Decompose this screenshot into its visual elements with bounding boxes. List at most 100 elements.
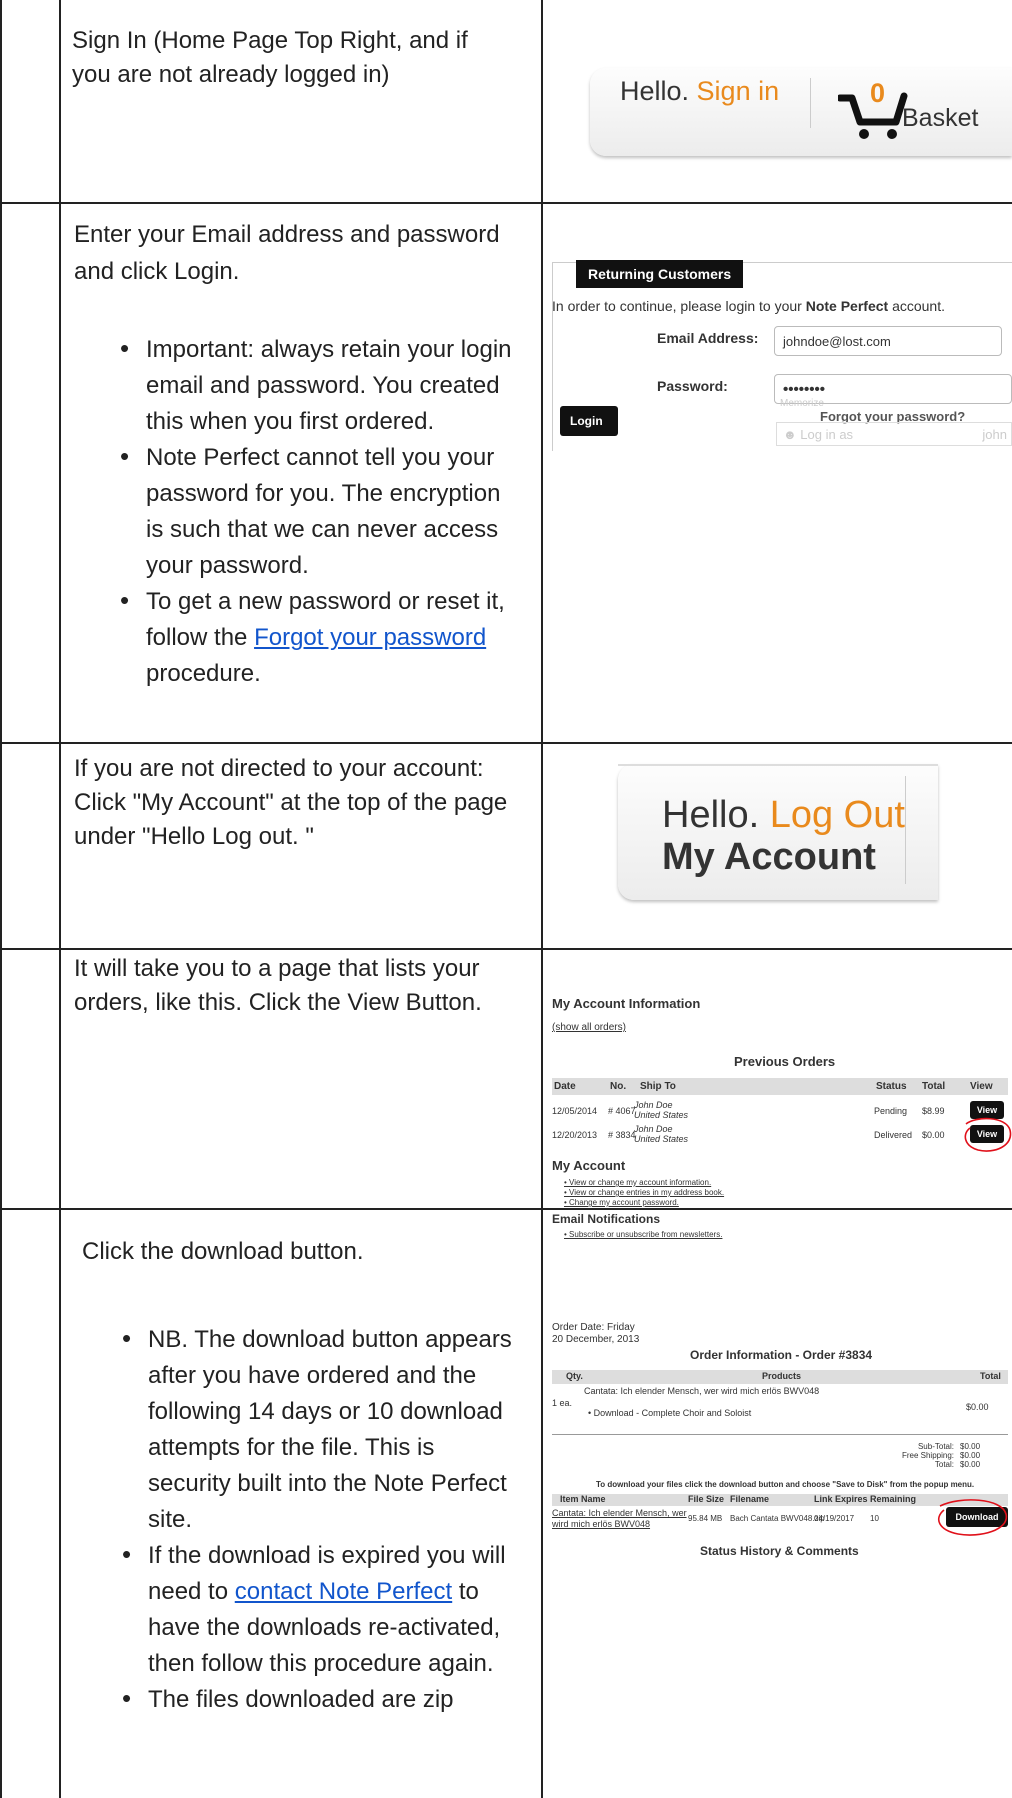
forgot-password-link[interactable]: Forgot your password [254, 624, 486, 651]
email-field[interactable]: johndoe@lost.com [774, 326, 1002, 356]
order-total: $8.99 [922, 1106, 945, 1116]
account-link-label: View or change my account information. [569, 1178, 712, 1187]
bullet-text: procedure. [146, 660, 261, 688]
download-item-link[interactable]: wird mich erlös BWV048 [552, 1519, 650, 1529]
password-label: Password: [657, 378, 728, 394]
bullet-text: Important: always retain your login emai… [146, 336, 512, 436]
row-divider [0, 742, 1012, 744]
col-no: No. [610, 1081, 627, 1092]
step-login-text: Enter your Email address and password an… [74, 216, 524, 692]
login-button[interactable]: Login [560, 406, 618, 436]
account-link[interactable]: • View or change entries in my address b… [564, 1188, 724, 1197]
step-sign-in-text: Sign In (Home Page Top Right, and if you… [72, 24, 512, 92]
newsletter-link[interactable]: • Subscribe or unsubscribe from newslett… [564, 1230, 722, 1239]
col-qty: Qty. [566, 1371, 583, 1381]
download-filename: Bach Cantata BWV048.zip [730, 1514, 825, 1523]
total-label: Total: [934, 1460, 954, 1469]
subtotal-label: Sub-Total: [917, 1442, 954, 1451]
returning-customers-tab: Returning Customers [576, 260, 744, 288]
col-file-size: File Size [688, 1494, 725, 1504]
table-border-left [0, 0, 2, 1798]
col-status: Status [876, 1081, 907, 1092]
item-subitem-label: Download - Complete Choir and Soloist [593, 1408, 752, 1418]
intro-text: In order to continue, please login to yo… [552, 298, 806, 314]
bullet-text: The files downloaded are zip [148, 1686, 454, 1713]
col-total: Total [922, 1081, 946, 1092]
col-link-expires: Link Expires [814, 1494, 868, 1504]
order-information-title: Order Information - Order #3834 [690, 1348, 873, 1362]
ship-to-country: United States [634, 1134, 689, 1144]
bullet-icon: • [122, 1323, 132, 1353]
order-date: 12/05/2014 [552, 1106, 598, 1116]
step-text: If you are not directed to your account:… [74, 755, 508, 851]
memorize-checkbox[interactable]: Memorize [780, 398, 824, 409]
bullet-text: NB. The download button appears after yo… [148, 1326, 512, 1533]
list-item: • Note Perfect cannot tell you your passw… [120, 440, 524, 584]
intro-brand: Note Perfect [805, 298, 889, 314]
download-item-link[interactable]: Cantata: Ich elender Mensch, wer [552, 1508, 687, 1518]
col-filename: Filename [730, 1494, 770, 1504]
account-info-title: My Account Information [552, 996, 701, 1011]
order-number: # 3834 [608, 1130, 636, 1140]
item-qty: 1 ea. [552, 1398, 573, 1408]
my-account-heading: My Account [552, 1158, 626, 1173]
basket-link[interactable]: Basket [902, 104, 978, 133]
hello-sign-in[interactable]: Hello. Sign in [620, 76, 779, 107]
row-divider [0, 948, 1012, 950]
col-ship-to: Ship To [640, 1081, 676, 1092]
ship-to-name: John Doe [634, 1124, 673, 1134]
ship-to-country: United States [634, 1110, 689, 1120]
bullet-icon: • [120, 441, 130, 472]
order-status: Delivered [874, 1130, 913, 1140]
list-item: • The files downloaded are zip [122, 1682, 522, 1718]
bullet-text: Note Perfect cannot tell you your passwo… [146, 444, 501, 580]
basket-count: 0 [870, 78, 886, 108]
col-total: Total [980, 1371, 1001, 1381]
step-text: Enter your Email address and password an… [74, 221, 500, 286]
bullet-icon: • [120, 333, 130, 364]
order-date: 12/20/2013 [552, 1130, 598, 1140]
divider [552, 1434, 1008, 1435]
show-all-orders-link[interactable]: (show all orders) [552, 1022, 626, 1033]
previous-orders-title: Previous Orders [734, 1054, 836, 1069]
order-total: $0.00 [922, 1130, 945, 1140]
account-link[interactable]: • Change my account password. [564, 1198, 679, 1207]
ship-to-name: John Doe [634, 1100, 673, 1110]
order-date-value: 20 December, 2013 [552, 1334, 640, 1345]
step-my-account-text: If you are not directed to your account:… [74, 752, 514, 854]
account-link-label: View or change entries in my address boo… [569, 1188, 725, 1197]
total-value: $0.00 [960, 1460, 981, 1469]
hello-label: Hello. [620, 76, 690, 106]
item-total: $0.00 [966, 1402, 989, 1412]
step-text: It will take you to a page that lists yo… [74, 955, 482, 1017]
item-subitem: • Download - Complete Choir and Soloist [588, 1408, 752, 1418]
step-text: Sign In (Home Page Top Right, and if you… [72, 27, 468, 89]
col-item-name: Item Name [560, 1494, 606, 1504]
newsletter-link-label: Subscribe or unsubscribe from newsletter… [569, 1230, 723, 1239]
row-divider [0, 1208, 1012, 1210]
order-status: Pending [874, 1106, 908, 1116]
intro-text: account. [888, 298, 946, 314]
highlight-circle-icon [964, 1117, 1012, 1152]
col-date: Date [554, 1081, 576, 1092]
shipping-value: $0.00 [960, 1451, 981, 1460]
list-item: • To get a new password or reset it, foll… [120, 584, 524, 692]
account-link-label: Change my account password. [569, 1198, 679, 1207]
account-link[interactable]: • View or change my account information. [564, 1178, 711, 1187]
my-account-link[interactable]: My Account [662, 836, 876, 879]
bullet-icon: • [120, 585, 130, 616]
col-view: View [970, 1081, 993, 1092]
table-divider-image-col [541, 0, 543, 1798]
list-item: • NB. The download button appears after y… [122, 1322, 522, 1538]
highlight-circle-icon [937, 1499, 1007, 1536]
header-separator [905, 776, 906, 884]
contact-note-perfect-link[interactable]: contact Note Perfect [235, 1578, 452, 1605]
step-text: Click the download button. [82, 1238, 364, 1265]
subtotal-value: $0.00 [960, 1442, 981, 1451]
hello-log-out[interactable]: Hello. Log Out [662, 794, 905, 837]
list-item: • If the download is expired you will nee… [122, 1538, 522, 1682]
sign-in-link[interactable]: Sign in [697, 76, 780, 106]
log-out-link[interactable]: Log Out [770, 794, 905, 836]
person-icon: ☻ [783, 427, 801, 442]
log-in-as-row: ☻ Log in as john [776, 422, 1012, 446]
